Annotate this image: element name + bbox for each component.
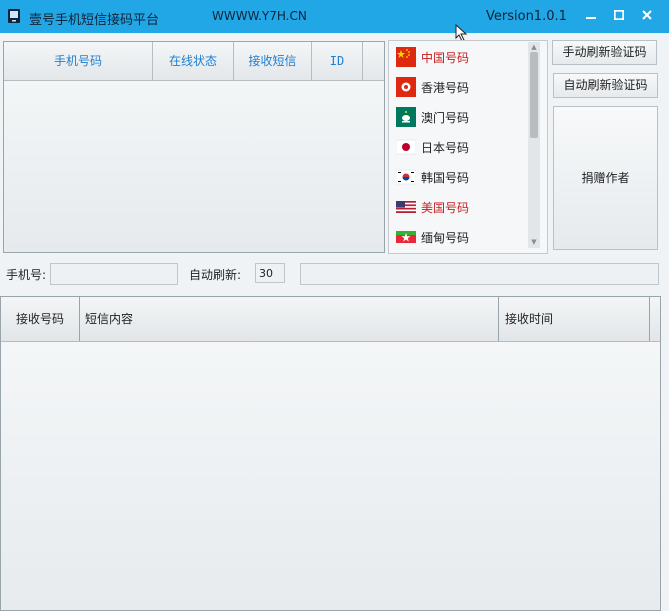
column-header-id[interactable]: ID <box>312 42 363 80</box>
country-label: 中国号码 <box>421 51 470 65</box>
country-list[interactable]: 中国号码 香港号码 澳门号码 日本号码 韩国号码 美国号码 缅甸号码 <box>388 40 548 254</box>
country-label: 美国号码 <box>421 201 470 215</box>
country-label: 日本号码 <box>421 141 470 155</box>
sms-table[interactable]: 接收号码 短信内容 接收时间 <box>0 296 661 611</box>
column-header-receive-number[interactable]: 接收号码 <box>1 297 80 341</box>
minimize-button[interactable] <box>580 6 602 26</box>
maximize-icon <box>613 9 625 21</box>
usa-flag-icon <box>396 201 416 213</box>
app-icon <box>8 9 20 23</box>
country-label: 韩国号码 <box>421 171 470 185</box>
column-header-phone[interactable]: 手机号码 <box>4 42 153 80</box>
maximize-button[interactable] <box>608 6 630 26</box>
phone-number-table[interactable]: 手机号码 在线状态 接收短信 ID <box>3 41 385 253</box>
macau-flag-icon <box>396 107 416 127</box>
country-label: 缅甸号码 <box>421 231 470 245</box>
country-label: 香港号码 <box>421 81 470 95</box>
country-item-china[interactable]: 中国号码 <box>393 45 525 69</box>
country-item-macau[interactable]: 澳门号码 <box>393 105 525 129</box>
phone-number-label: 手机号: <box>6 268 47 282</box>
manual-refresh-button[interactable]: 手动刷新验证码 <box>552 40 657 65</box>
china-flag-icon <box>396 47 416 67</box>
column-header-receive-time[interactable]: 接收时间 <box>500 297 650 341</box>
auto-refresh-interval-label: 自动刷新: <box>189 268 242 282</box>
korea-flag-icon <box>396 169 416 185</box>
country-item-usa[interactable]: 美国号码 <box>393 195 525 219</box>
app-version: Version1.0.1 <box>486 9 567 24</box>
status-field[interactable] <box>300 263 659 285</box>
country-item-myanmar[interactable]: 缅甸号码 <box>393 225 525 249</box>
auto-refresh-interval-input[interactable]: 30 <box>255 263 285 283</box>
main-window: 壹号手机短信接码平台 WWWW.Y7H.CN Version1.0.1 手机号码… <box>0 0 669 611</box>
scroll-up-arrow-icon[interactable]: ▲ <box>530 43 538 51</box>
close-button[interactable] <box>636 6 658 26</box>
japan-flag-icon <box>396 139 416 155</box>
sms-table-header: 接收号码 短信内容 接收时间 <box>1 297 660 342</box>
column-header-received[interactable]: 接收短信 <box>234 42 312 80</box>
country-item-korea[interactable]: 韩国号码 <box>393 165 525 189</box>
close-icon <box>642 10 652 20</box>
country-item-japan[interactable]: 日本号码 <box>393 135 525 159</box>
country-list-scrollbar[interactable]: ▲ ▼ <box>528 42 540 248</box>
title-bar[interactable]: 壹号手机短信接码平台 WWWW.Y7H.CN Version1.0.1 <box>0 0 669 33</box>
phone-number-input[interactable] <box>50 263 178 285</box>
app-url: WWWW.Y7H.CN <box>212 9 307 23</box>
country-item-hongkong[interactable]: 香港号码 <box>393 75 525 99</box>
phone-table-header: 手机号码 在线状态 接收短信 ID <box>4 42 384 81</box>
scrollbar-thumb[interactable] <box>530 52 538 138</box>
app-title: 壹号手机短信接码平台 <box>29 13 160 28</box>
country-label: 澳门号码 <box>421 111 470 125</box>
column-header-status[interactable]: 在线状态 <box>153 42 234 80</box>
minimize-icon <box>586 17 596 19</box>
donate-author-button[interactable]: 捐赠作者 <box>553 106 658 250</box>
scroll-down-arrow-icon[interactable]: ▼ <box>530 238 538 246</box>
auto-refresh-button[interactable]: 自动刷新验证码 <box>553 73 658 98</box>
hongkong-flag-icon <box>396 77 416 97</box>
column-header-sms-content[interactable]: 短信内容 <box>80 297 499 341</box>
myanmar-flag-icon <box>396 231 416 243</box>
